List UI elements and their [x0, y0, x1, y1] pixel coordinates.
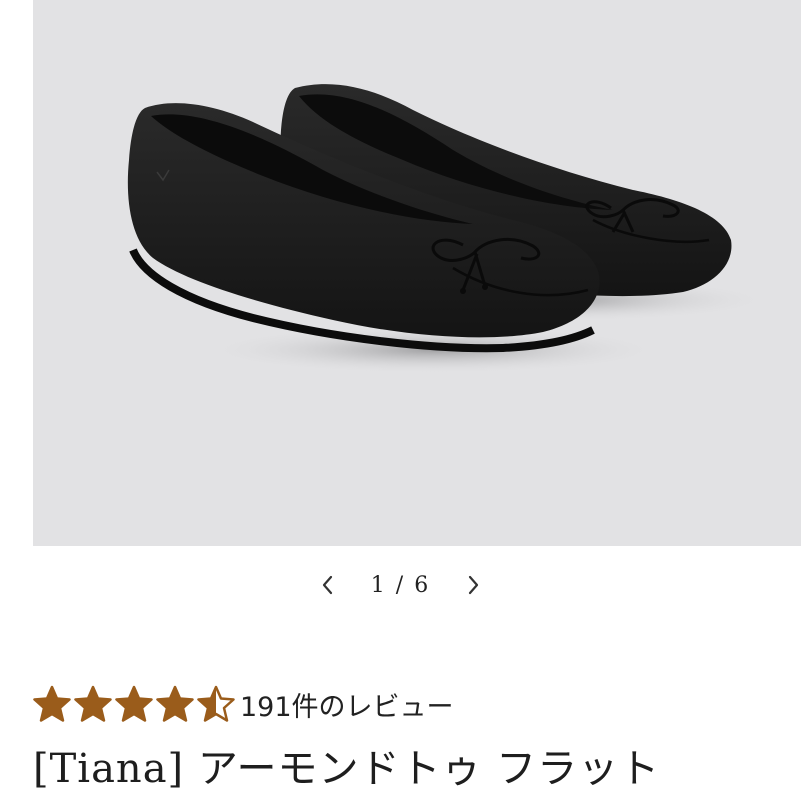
image-counter: 1 / 6 — [371, 573, 430, 598]
total-pages: 6 — [414, 572, 431, 598]
chevron-right-icon — [469, 575, 479, 595]
star-full-icon — [156, 685, 194, 722]
next-image-button[interactable] — [458, 570, 488, 600]
prev-image-button[interactable] — [313, 570, 343, 600]
image-pager: 1 / 6 — [0, 568, 801, 602]
page-separator: / — [395, 572, 406, 598]
current-page: 1 — [370, 572, 387, 598]
product-page: 1 / 6 191件のレビュー [Tiana] アーモンドトゥ フラット — [0, 0, 801, 801]
chevron-left-icon — [322, 575, 332, 595]
review-count-link[interactable]: 191件のレビュー — [240, 685, 454, 724]
star-full-icon — [115, 685, 153, 722]
product-title: [Tiana] アーモンドトゥ フラット — [33, 746, 661, 792]
star-full-icon — [74, 685, 112, 722]
product-image[interactable] — [33, 0, 801, 546]
product-image-gallery[interactable] — [33, 0, 801, 546]
product-rating[interactable]: 191件のレビュー — [33, 684, 454, 724]
star-half-icon — [197, 685, 235, 722]
star-full-icon — [33, 685, 71, 722]
rating-stars — [33, 685, 238, 723]
